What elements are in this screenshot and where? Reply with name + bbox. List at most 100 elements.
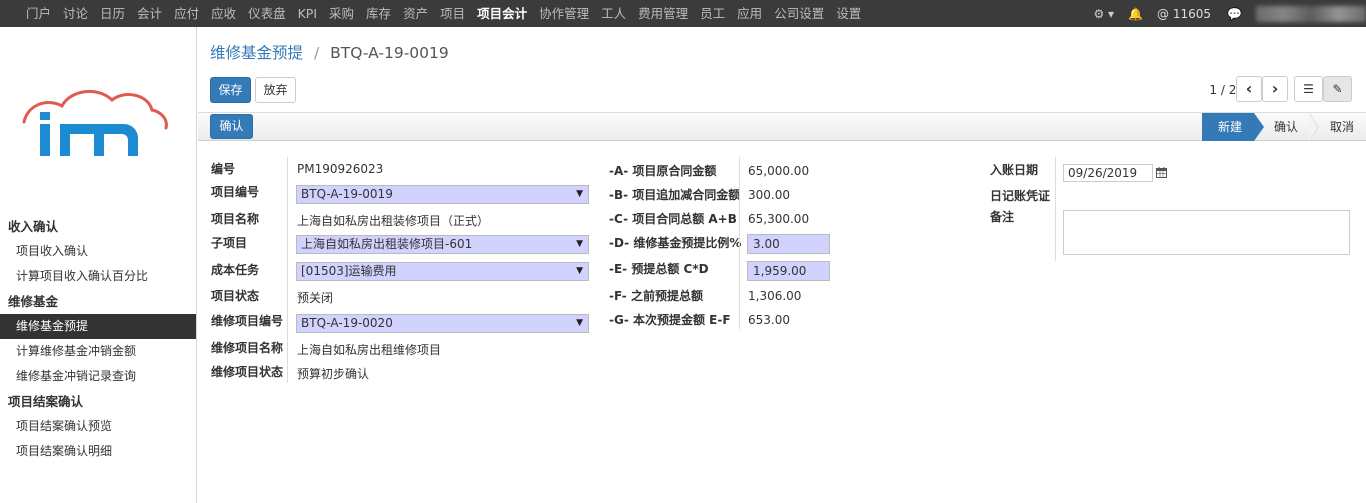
code-value: PM190926023 (297, 162, 384, 176)
top-menu-item[interactable]: 费用管理 (638, 0, 688, 27)
dropdown-caret-icon: ▼ (576, 239, 583, 249)
amount-e-label: -E- 预提总额 C*D (609, 262, 709, 276)
amount-a-value: 65,000.00 (748, 164, 810, 178)
sidebar: 收入确认项目收入确认 计算项目收入确认百分比维修基金维修基金预提 计算维修基金冲销金… (0, 27, 197, 503)
breadcrumb-current: BTQ-A-19-0019 (330, 44, 449, 62)
post-date-input[interactable]: 09/26/2019 (1063, 164, 1153, 182)
top-menu-item[interactable]: 仪表盘 (248, 0, 286, 27)
repair-no-value: BTQ-A-19-0020 (301, 316, 393, 330)
amount-f-value: 1,306.00 (748, 289, 802, 303)
top-menu-item[interactable]: 员工 (700, 0, 725, 27)
project-name-label: 项目名称 (211, 212, 260, 226)
note-label: 备注 (990, 210, 1015, 224)
column-divider (739, 157, 740, 329)
amount-e-input[interactable]: 1,959.00 (747, 261, 830, 281)
sidebar-item[interactable]: 维修基金冲销记录查询 (0, 364, 196, 389)
cost-task-value: [01503]运输费用 (301, 264, 397, 278)
project-name-value: 上海自如私房出租装修项目（正式） (297, 214, 490, 228)
amount-a-label: -A- 项目原合同金额 (609, 164, 717, 178)
top-right-tools: ⚙ ▾ 🔔 @ 11605 💬 (1093, 0, 1366, 27)
top-menu-item[interactable]: 资产 (403, 0, 428, 27)
top-menu-item[interactable]: 讨论 (63, 0, 88, 27)
status-step-new[interactable]: 新建 (1201, 113, 1264, 141)
top-menu-item[interactable]: 设置 (836, 0, 861, 27)
sidebar-group-title: 维修基金 (8, 294, 59, 309)
top-navbar: 门户 讨论 日历 会计 应付 应收 仪表盘 KPI 采购 库存 资产 项目 项目会计 协作管理 工人 费用管理… (0, 0, 1366, 27)
project-no-select[interactable]: BTQ-A-19-0019 ▼ (296, 185, 589, 204)
sidebar-item[interactable]: 计算维修基金冲销金额 (0, 339, 196, 364)
dropdown-caret-icon: ▼ (576, 189, 583, 199)
sidebar-item[interactable]: 计算项目收入确认百分比 (0, 264, 196, 289)
breadcrumb-separator: / (313, 44, 320, 62)
form-view-button[interactable]: ✎ (1323, 76, 1352, 102)
amount-g-label: -G- 本次预提金额 E-F (609, 313, 731, 327)
status-bar: 确认 新建 确认 取消 (198, 112, 1366, 141)
top-menu-item[interactable]: 应付 (174, 0, 199, 27)
user-avatar[interactable] (1256, 5, 1366, 22)
repair-name-label: 维修项目名称 (211, 341, 284, 355)
repair-no-label: 维修项目编号 (211, 314, 284, 328)
sidebar-item[interactable]: 项目结案确认明细 (0, 439, 196, 464)
cost-task-label: 成本任务 (211, 263, 260, 277)
top-menu: 门户 讨论 日历 会计 应付 应收 仪表盘 KPI 采购 库存 资产 项目 项目会计 协作管理 工人 费用管理… (26, 0, 873, 27)
breadcrumb-parent-link[interactable]: 维修基金预提 (210, 44, 303, 62)
breadcrumb: 维修基金预提 / BTQ-A-19-0019 (210, 41, 449, 63)
sidebar-item[interactable]: 维修基金预提 (0, 314, 196, 339)
top-menu-item[interactable]: 应用 (737, 0, 762, 27)
subproject-label: 子项目 (211, 236, 248, 250)
status-steps: 新建 确认 取消 (1201, 113, 1366, 141)
top-menu-item[interactable]: 日历 (100, 0, 125, 27)
amount-g-value: 653.00 (748, 313, 790, 327)
code-label: 编号 (211, 162, 236, 176)
project-no-value: BTQ-A-19-0019 (301, 187, 393, 201)
at-count[interactable]: @ 11605 (1157, 7, 1211, 21)
discard-button[interactable]: 放弃 (255, 77, 296, 103)
project-status-value: 预关闭 (297, 291, 334, 305)
top-menu-item[interactable]: KPI (298, 0, 317, 27)
note-textarea[interactable] (1063, 210, 1350, 255)
post-date-label: 入账日期 (990, 163, 1039, 177)
top-menu-item[interactable]: 应收 (211, 0, 236, 27)
project-status-label: 项目状态 (211, 289, 260, 303)
repair-no-select[interactable]: BTQ-A-19-0020 ▼ (296, 314, 589, 333)
sidebar-item[interactable]: 项目结案确认预览 (0, 414, 196, 439)
main-content: 维修基金预提 / BTQ-A-19-0019 保存 放弃 1 / 29 ‹ › … (198, 27, 1366, 503)
ratio-d-input[interactable]: 3.00 (747, 234, 830, 254)
confirm-button[interactable]: 确认 (210, 114, 253, 139)
ratio-d-label: -D- 维修基金预提比例% (609, 236, 742, 250)
gear-icon[interactable]: ⚙ ▾ (1093, 7, 1114, 21)
pager-next-button[interactable]: › (1262, 76, 1288, 102)
subproject-select[interactable]: 上海自如私房出租装修项目-601 ▼ (296, 235, 589, 254)
cost-task-select[interactable]: [01503]运输费用 ▼ (296, 262, 589, 281)
repair-name-value: 上海自如私房出租维修项目 (297, 343, 442, 357)
dropdown-caret-icon: ▼ (576, 266, 583, 276)
repair-status-value: 预算初步确认 (297, 367, 370, 381)
save-button[interactable]: 保存 (210, 77, 251, 103)
journal-label: 日记账凭证 (990, 189, 1051, 203)
list-view-button[interactable]: ☰ (1294, 76, 1323, 102)
pager-prev-button[interactable]: ‹ (1236, 76, 1262, 102)
top-menu-item[interactable]: 库存 (366, 0, 391, 27)
top-menu-item[interactable]: 项目 (440, 0, 465, 27)
top-menu-item[interactable]: 项目会计 (477, 0, 527, 27)
calendar-icon[interactable] (1156, 167, 1167, 178)
dropdown-caret-icon: ▼ (576, 318, 583, 328)
project-no-label: 项目编号 (211, 185, 260, 199)
top-menu-item[interactable]: 采购 (329, 0, 354, 27)
chat-icon[interactable]: 💬 (1227, 7, 1242, 21)
sidebar-group-title: 项目结案确认 (8, 394, 84, 409)
top-menu-item[interactable]: 会计 (137, 0, 162, 27)
amount-f-label: -F- 之前预提总额 (609, 289, 703, 303)
top-menu-item[interactable]: 门户 (26, 0, 51, 27)
top-menu-item[interactable]: 工人 (601, 0, 626, 27)
top-menu-item[interactable]: 公司设置 (774, 0, 824, 27)
company-logo (22, 89, 168, 156)
top-menu-item[interactable]: 协作管理 (539, 0, 589, 27)
column-divider (1055, 157, 1056, 261)
bell-icon[interactable]: 🔔 (1128, 7, 1143, 21)
amount-c-label: -C- 项目合同总额 A+B (609, 212, 737, 226)
amount-c-value: 65,300.00 (748, 212, 810, 226)
sidebar-item[interactable]: 项目收入确认 (0, 239, 196, 264)
subproject-value: 上海自如私房出租装修项目-601 (301, 237, 473, 251)
sidebar-group-title: 收入确认 (8, 219, 59, 234)
